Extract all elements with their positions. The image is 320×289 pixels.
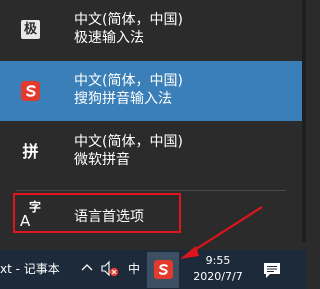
ime-item-language: 中文(简体，中国) (74, 134, 183, 150)
menu-divider (16, 190, 286, 191)
ji-speed-icon: 极 (21, 20, 40, 39)
ime-item-language: 中文(简体，中国) (74, 12, 183, 28)
taskbar-app-title[interactable]: xt - 记事本 (0, 261, 60, 277)
clock-time: 9:55 (205, 254, 231, 267)
ime-mode-indicator[interactable]: 中 (128, 261, 140, 277)
taskbar-clock[interactable]: 9:55 2020/7/7 (192, 253, 244, 287)
ime-item-name: 微软拼音 (74, 152, 130, 168)
ime-item-language: 中文(简体，中国) (74, 73, 183, 89)
pin-icon: 拼 (22, 142, 39, 161)
sogou-tray-icon (154, 260, 173, 279)
notification-icon[interactable] (262, 261, 282, 279)
sogou-s-glyph (25, 84, 36, 97)
ime-item-ms-pinyin[interactable]: 拼 中文(简体，中国) 微软拼音 (0, 122, 302, 182)
clock-date: 2020/7/7 (193, 270, 243, 283)
tray-sogou-button[interactable] (147, 252, 179, 288)
volume-muted-icon[interactable] (100, 260, 120, 278)
menu-edge (302, 0, 306, 242)
sogou-icon (21, 80, 40, 101)
highlight-annotation-box (13, 193, 181, 233)
chevron-up-icon[interactable] (80, 260, 94, 276)
ime-item-sogou[interactable]: 中文(简体，中国) 搜狗拼音输入法 (0, 61, 302, 121)
ime-item-name: 搜狗拼音输入法 (74, 91, 172, 107)
ime-item-name: 极速输入法 (74, 30, 144, 46)
ime-item-ji-speed[interactable]: 极 中文(简体，中国) 极速输入法 (0, 0, 302, 60)
